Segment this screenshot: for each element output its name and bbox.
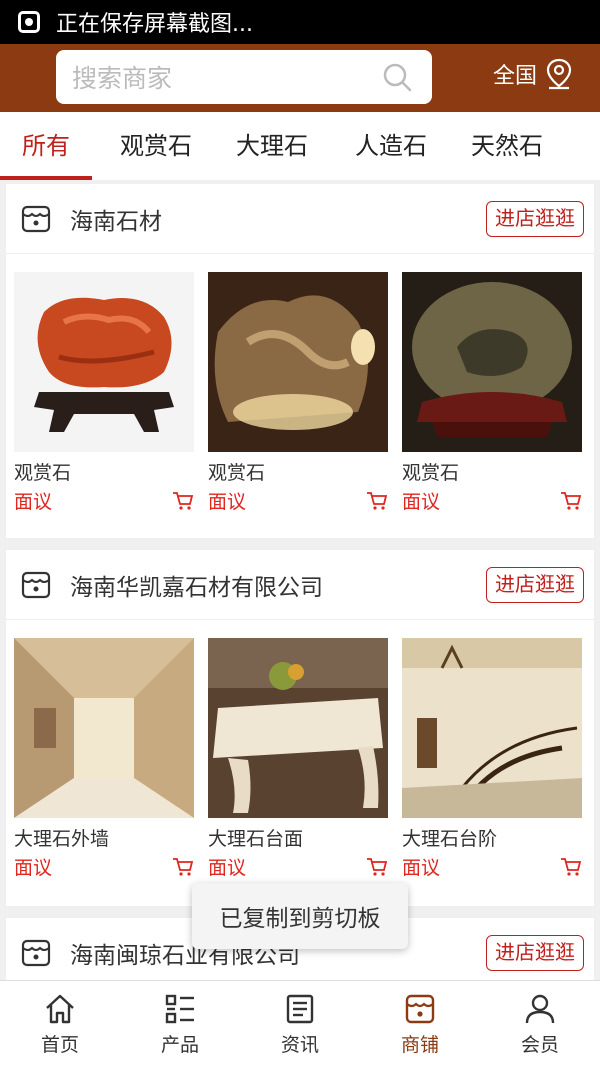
nav-member[interactable]: 会员 [480, 981, 600, 1067]
bottom-nav: 首页 产品 资讯 商铺 会员 [0, 980, 600, 1067]
shop-list: 海南石材 进店逛逛 观赏石 面议 观赏石 面议 观赏石 面议 海南华凯嘉石材有限… [0, 180, 600, 980]
product-price: 面议 [208, 491, 247, 513]
product-item[interactable]: 观赏石 面议 [14, 272, 194, 514]
product-image[interactable] [208, 272, 388, 452]
shop-name: 海南华凯嘉石材有限公司 [70, 574, 323, 601]
tab-natural-stone[interactable]: 天然石 [452, 112, 562, 180]
screenshot-icon [18, 11, 40, 33]
product-item[interactable]: 观赏石 面议 [402, 272, 582, 514]
product-item[interactable]: 大理石台阶 面议 [402, 638, 582, 880]
visit-shop-button[interactable]: 进店逛逛 [486, 935, 584, 971]
cart-icon[interactable] [366, 857, 388, 877]
product-price: 面议 [14, 857, 53, 879]
nav-member-label: 会员 [520, 1033, 559, 1056]
search-icon[interactable] [382, 62, 412, 92]
app-header: 搜索商家 全国 [0, 44, 600, 112]
search-input[interactable]: 搜索商家 [56, 50, 432, 104]
shop-icon [405, 994, 435, 1023]
product-price: 面议 [208, 857, 247, 879]
product-image[interactable] [402, 638, 582, 818]
nav-shops-label: 商铺 [400, 1033, 439, 1056]
shop-header[interactable]: 海南石材 进店逛逛 [6, 184, 594, 254]
product-name: 观赏石 [208, 462, 266, 484]
product-name: 大理石台面 [208, 828, 304, 850]
shop-card: 海南石材 进店逛逛 观赏石 面议 观赏石 面议 观赏石 面议 [6, 184, 594, 538]
product-price: 面议 [402, 491, 441, 513]
visit-shop-button[interactable]: 进店逛逛 [486, 567, 584, 603]
product-item[interactable]: 大理石台面 面议 [208, 638, 388, 880]
product-name: 大理石台阶 [402, 828, 498, 850]
shop-card: 海南华凯嘉石材有限公司 进店逛逛 大理石外墙 面议 大理石台面 面议 大理石台阶… [6, 550, 594, 906]
nav-products[interactable]: 产品 [120, 981, 240, 1067]
product-name: 大理石外墙 [14, 828, 110, 850]
nav-news[interactable]: 资讯 [240, 981, 360, 1067]
product-name: 观赏石 [14, 462, 72, 484]
category-tabs: 所有 观赏石 大理石 人造石 天然石 [0, 112, 600, 180]
news-icon [286, 994, 314, 1023]
nav-home[interactable]: 首页 [0, 981, 120, 1067]
product-price: 面议 [402, 857, 441, 879]
nav-home-label: 首页 [40, 1033, 79, 1056]
product-price: 面议 [14, 491, 53, 513]
tab-ornamental-stone[interactable]: 观赏石 [100, 112, 212, 180]
shop-icon [21, 205, 51, 232]
shop-icon [21, 571, 51, 598]
product-name: 观赏石 [402, 462, 460, 484]
product-image[interactable] [208, 638, 388, 818]
shop-name: 海南石材 [70, 208, 162, 235]
search-placeholder: 搜索商家 [72, 64, 173, 93]
status-text: 正在保存屏幕截图... [56, 12, 253, 37]
nav-products-label: 产品 [160, 1033, 199, 1056]
cart-icon[interactable] [172, 491, 194, 511]
product-item[interactable]: 观赏石 面议 [208, 272, 388, 514]
shop-header[interactable]: 海南华凯嘉石材有限公司 进店逛逛 [6, 550, 594, 620]
user-icon [525, 994, 555, 1023]
cart-icon[interactable] [366, 491, 388, 511]
status-bar: 正在保存屏幕截图... [0, 0, 600, 44]
region-selector[interactable]: 全国 [493, 58, 573, 90]
cart-icon[interactable] [172, 857, 194, 877]
location-pin-icon [546, 58, 572, 90]
region-label: 全国 [493, 64, 538, 89]
product-image[interactable] [14, 638, 194, 818]
tab-marble[interactable]: 大理石 [222, 112, 322, 180]
visit-shop-button[interactable]: 进店逛逛 [486, 201, 584, 237]
tab-artificial-stone[interactable]: 人造石 [336, 112, 446, 180]
grid-list-icon [165, 994, 194, 1023]
home-icon [46, 994, 74, 1023]
nav-news-label: 资讯 [280, 1033, 319, 1056]
toast-message: 已复制到剪切板 [192, 883, 408, 949]
product-item[interactable]: 大理石外墙 面议 [14, 638, 194, 880]
nav-shops[interactable]: 商铺 [360, 981, 480, 1067]
product-image[interactable] [14, 272, 194, 452]
shop-icon [21, 939, 51, 966]
product-image[interactable] [402, 272, 582, 452]
tab-all[interactable]: 所有 [0, 112, 92, 180]
cart-icon[interactable] [560, 491, 582, 511]
cart-icon[interactable] [560, 857, 582, 877]
